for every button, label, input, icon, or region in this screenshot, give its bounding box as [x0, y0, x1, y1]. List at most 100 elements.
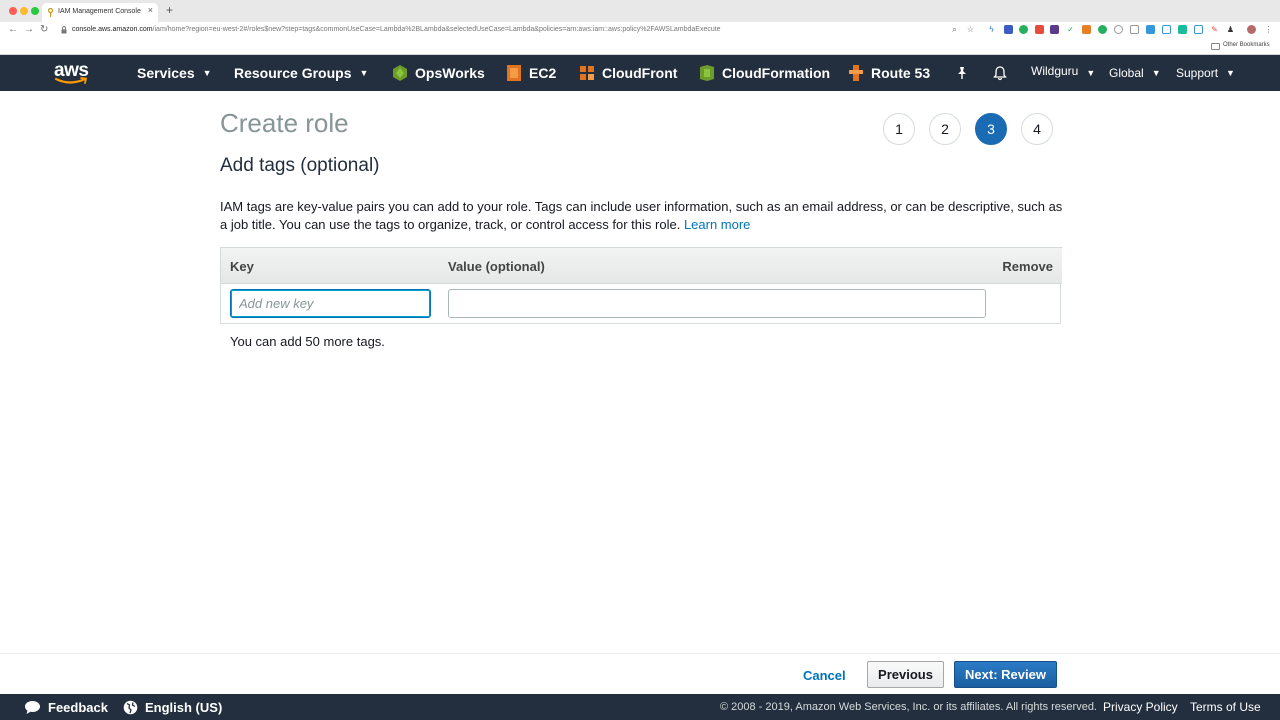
- chevron-down-icon: ▼: [1151, 68, 1161, 78]
- next-review-button[interactable]: Next: Review: [954, 661, 1057, 688]
- table-header: Key Value (optional) Remove: [221, 247, 1062, 284]
- close-tab-icon[interactable]: ×: [148, 6, 153, 15]
- support-menu[interactable]: Support ▼: [1176, 55, 1235, 91]
- copyright-text: © 2008 - 2019, Amazon Web Services, Inc.…: [720, 701, 1097, 713]
- aws-smile-icon: [55, 77, 88, 84]
- resource-groups-menu[interactable]: Resource Groups ▼: [234, 55, 368, 91]
- step-1[interactable]: 1: [883, 113, 915, 145]
- extension-icon[interactable]: [1035, 25, 1044, 34]
- pinned-cloudformation[interactable]: CloudFormation: [699, 55, 830, 91]
- notifications-button[interactable]: [992, 55, 1008, 91]
- maximize-window-button[interactable]: [31, 7, 39, 15]
- cloudformation-icon: [700, 65, 714, 81]
- pinned-ec2[interactable]: EC2: [506, 55, 556, 91]
- tab-strip: IAM Management Console × +: [0, 0, 1280, 22]
- resource-groups-label: Resource Groups: [234, 65, 352, 81]
- account-menu[interactable]: Wildguru ▼: [1031, 53, 1095, 89]
- other-bookmarks[interactable]: Other Bookmarks: [1223, 42, 1270, 48]
- pinned-label: OpsWorks: [415, 65, 485, 81]
- pin-icon: [958, 67, 966, 79]
- url-path: /iam/home?region=eu-west-2#/roles$new?st…: [152, 26, 721, 33]
- back-button[interactable]: ←: [8, 24, 18, 36]
- terms-of-use-link[interactable]: Terms of Use: [1190, 694, 1261, 720]
- chevron-down-icon: ▼: [1086, 67, 1096, 78]
- step-3: 3: [975, 113, 1007, 145]
- browser-chrome: IAM Management Console × + ← → ↻ console…: [0, 0, 1280, 55]
- close-window-button[interactable]: [9, 7, 17, 15]
- feedback-button[interactable]: Feedback: [24, 694, 108, 720]
- console-footer: Feedback English (US) © 2008 - 2019, Ama…: [0, 694, 1280, 720]
- minimize-window-button[interactable]: [20, 7, 28, 15]
- description: IAM tags are key-value pairs you can add…: [220, 198, 1065, 234]
- pin-button[interactable]: [955, 55, 969, 91]
- tag-value-input[interactable]: [448, 289, 986, 318]
- chevron-down-icon: ▼: [202, 68, 212, 78]
- language-selector[interactable]: English (US): [123, 694, 222, 720]
- address-bar[interactable]: console.aws.amazon.com/iam/home?region=e…: [72, 26, 721, 33]
- tags-remaining-text: You can add 50 more tags.: [230, 334, 385, 349]
- browser-toolbar: ← → ↻ console.aws.amazon.com/iam/home?re…: [0, 22, 1280, 39]
- lock-icon: [61, 26, 67, 34]
- extension-icon[interactable]: [1114, 25, 1123, 34]
- avatar[interactable]: [1247, 25, 1256, 34]
- extension-icon[interactable]: [1130, 25, 1139, 34]
- ec2-icon: [507, 65, 521, 81]
- extension-icon[interactable]: [1162, 25, 1171, 34]
- region-menu[interactable]: Global ▼: [1109, 55, 1161, 91]
- extension-icon[interactable]: ϟ: [987, 25, 996, 34]
- pinned-label: Route 53: [871, 65, 931, 81]
- column-header-key: Key: [230, 259, 254, 274]
- tags-table: Key Value (optional) Remove: [220, 247, 1062, 324]
- route53-icon: [849, 65, 863, 81]
- cloudfront-icon: [580, 66, 594, 80]
- section-title: Add tags (optional): [220, 155, 380, 176]
- url-host: console.aws.amazon.com: [72, 26, 153, 33]
- previous-button[interactable]: Previous: [867, 661, 944, 688]
- extension-icon[interactable]: [1019, 25, 1028, 34]
- pinned-cloudfront[interactable]: CloudFront: [579, 55, 677, 91]
- chevron-down-icon: ▼: [1226, 68, 1235, 78]
- pinned-label: CloudFront: [602, 65, 678, 81]
- reload-button[interactable]: ↻: [40, 24, 48, 36]
- feedback-label: Feedback: [48, 699, 108, 715]
- zoom-icon[interactable]: ⌕: [950, 25, 959, 34]
- bookmark-star-icon[interactable]: ☆: [966, 25, 975, 34]
- key-icon: [47, 8, 54, 17]
- step-4: 4: [1021, 113, 1053, 145]
- extension-icon[interactable]: [1178, 25, 1187, 34]
- globe-icon: [123, 700, 138, 714]
- new-tab-button[interactable]: +: [166, 4, 173, 16]
- learn-more-link[interactable]: Learn more: [684, 217, 750, 232]
- pinned-label: CloudFormation: [722, 65, 831, 81]
- cancel-button[interactable]: Cancel: [795, 663, 854, 687]
- extension-icon[interactable]: [1050, 25, 1059, 34]
- column-header-remove: Remove: [1002, 259, 1053, 274]
- support-label: Support: [1176, 66, 1219, 80]
- aws-logo[interactable]: aws: [54, 60, 90, 86]
- pinned-opsworks[interactable]: OpsWorks: [392, 55, 485, 91]
- extension-icon[interactable]: ✓: [1066, 25, 1075, 34]
- opsworks-icon: [393, 65, 407, 81]
- account-label: Wildguru: [1031, 64, 1079, 78]
- browser-menu-icon[interactable]: ⋮: [1264, 25, 1273, 34]
- pinned-route53[interactable]: Route 53: [848, 55, 930, 91]
- page-title: Create role: [220, 108, 349, 138]
- step-2[interactable]: 2: [929, 113, 961, 145]
- extension-icon[interactable]: [1146, 25, 1155, 34]
- tag-key-input[interactable]: [230, 289, 431, 318]
- extension-icon[interactable]: [1194, 25, 1203, 34]
- services-menu[interactable]: Services ▼: [137, 55, 212, 91]
- action-bar: Cancel Previous Next: Review: [0, 653, 1280, 694]
- extension-icon[interactable]: [1082, 25, 1091, 34]
- speech-bubble-icon: [25, 700, 40, 714]
- extension-icon[interactable]: ♟: [1226, 25, 1235, 34]
- services-label: Services: [137, 65, 195, 81]
- privacy-policy-link[interactable]: Privacy Policy: [1103, 694, 1178, 720]
- folder-icon: [1211, 43, 1220, 50]
- extension-icon[interactable]: [1098, 25, 1107, 34]
- extension-icon[interactable]: ✎: [1210, 25, 1219, 34]
- browser-tab[interactable]: IAM Management Console ×: [42, 3, 158, 22]
- extension-icon[interactable]: [1004, 25, 1013, 34]
- forward-button[interactable]: →: [24, 24, 34, 36]
- pinned-label: EC2: [529, 65, 557, 81]
